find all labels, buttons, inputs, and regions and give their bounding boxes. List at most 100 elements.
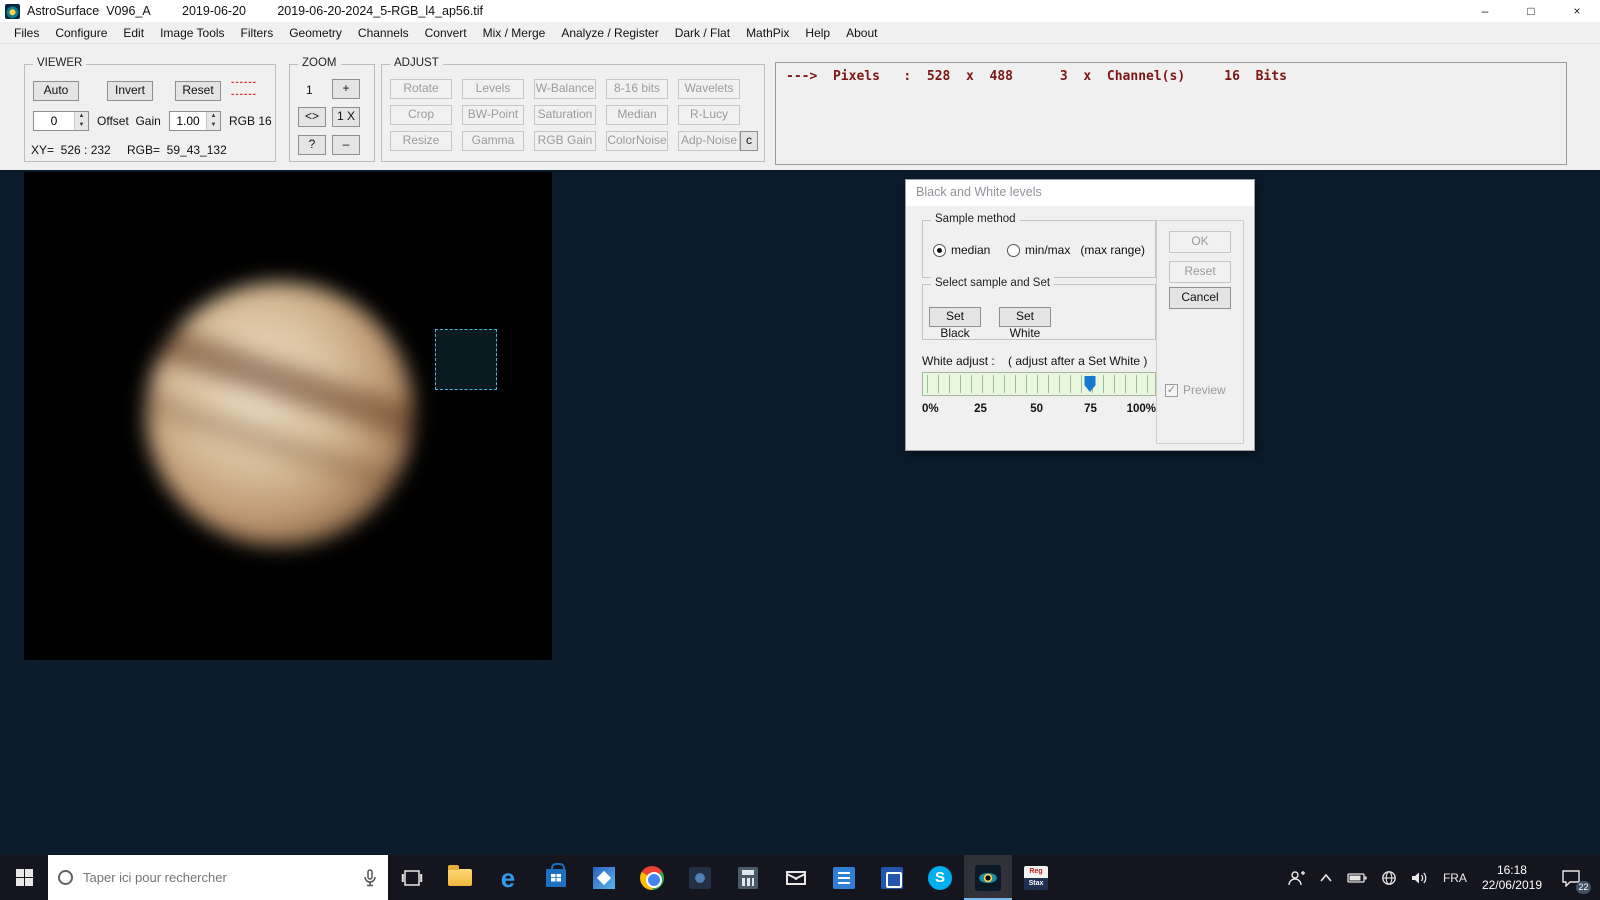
- gain-stepper[interactable]: ▲▼: [169, 111, 221, 131]
- menu-analyze-register[interactable]: Analyze / Register: [553, 22, 666, 44]
- adjust-rotate-button[interactable]: Rotate: [390, 79, 452, 99]
- taskbar-registax[interactable]: Reg Stax: [1012, 855, 1060, 900]
- menu-help[interactable]: Help: [797, 22, 838, 44]
- taskbar-photos[interactable]: [580, 855, 628, 900]
- adjust-wavelets-button[interactable]: Wavelets: [678, 79, 740, 99]
- offset-down-icon[interactable]: ▼: [75, 121, 88, 130]
- zoom-in-button[interactable]: +: [332, 79, 360, 99]
- invert-button[interactable]: Invert: [107, 81, 153, 101]
- preview-checkbox[interactable]: ✓ Preview: [1165, 383, 1226, 397]
- adjust-w-balance-button[interactable]: W-Balance: [534, 79, 596, 99]
- adjust-rgb-gain-button[interactable]: RGB Gain: [534, 131, 596, 151]
- median-radio[interactable]: median: [933, 243, 990, 257]
- taskbar-app-blue-2[interactable]: [868, 855, 916, 900]
- slider-ticks: [927, 375, 1151, 393]
- menu-configure[interactable]: Configure: [47, 22, 115, 44]
- gain-up-icon[interactable]: ▲: [207, 112, 220, 121]
- menu-filters[interactable]: Filters: [233, 22, 282, 44]
- network-button[interactable]: [1374, 855, 1404, 900]
- window-titlebar[interactable]: AstroSurface V096_A 2019-06-20 2019-06-2…: [0, 0, 1600, 22]
- maximize-button[interactable]: □: [1508, 0, 1554, 22]
- offset-up-icon[interactable]: ▲: [75, 112, 88, 121]
- taskbar-store[interactable]: [532, 855, 580, 900]
- taskbar-astrosurface[interactable]: [964, 855, 1012, 900]
- clock-date: 22/06/2019: [1481, 877, 1542, 892]
- menu-dark-flat[interactable]: Dark / Flat: [667, 22, 738, 44]
- sample-selection-rect[interactable]: [435, 329, 497, 390]
- close-button[interactable]: ×: [1554, 0, 1600, 22]
- viewer-reset-button[interactable]: Reset: [175, 81, 221, 101]
- adjust-8-16-bits-button[interactable]: 8-16 bits: [606, 79, 668, 99]
- cancel-button[interactable]: Cancel: [1169, 287, 1231, 309]
- set-black-button[interactable]: Set Black: [929, 307, 981, 340]
- adjust-levels-button[interactable]: Levels: [462, 79, 524, 99]
- action-center-button[interactable]: 22: [1550, 855, 1592, 900]
- taskbar-file-explorer[interactable]: [436, 855, 484, 900]
- adjust-bw-point-button[interactable]: BW-Point: [462, 105, 524, 125]
- offset-stepper[interactable]: ▲▼: [33, 111, 89, 131]
- window-controls: – □ ×: [1462, 0, 1600, 22]
- gain-down-icon[interactable]: ▼: [207, 121, 220, 130]
- people-button[interactable]: [1280, 855, 1312, 900]
- taskbar-app-blue-1[interactable]: [820, 855, 868, 900]
- zoom-out-button[interactable]: –: [332, 135, 360, 155]
- language-indicator[interactable]: FRA: [1436, 855, 1474, 900]
- white-adjust-slider[interactable]: [922, 372, 1156, 396]
- taskbar-calculator[interactable]: [724, 855, 772, 900]
- minmax-radio[interactable]: min/max (max range): [1007, 243, 1145, 257]
- menu-files[interactable]: Files: [6, 22, 47, 44]
- minimize-button[interactable]: –: [1462, 0, 1508, 22]
- offset-stepper-arrows[interactable]: ▲ ▼: [74, 112, 88, 130]
- search-input[interactable]: [83, 870, 352, 885]
- menu-edit[interactable]: Edit: [115, 22, 152, 44]
- dialog-titlebar[interactable]: Black and White levels: [906, 180, 1254, 206]
- zoom-help-button[interactable]: ?: [298, 135, 326, 155]
- image-canvas[interactable]: [24, 172, 552, 660]
- task-view-button[interactable]: [388, 855, 436, 900]
- menu-convert[interactable]: Convert: [417, 22, 475, 44]
- window-title: AstroSurface V096_A 2019-06-20 2019-06-2…: [27, 4, 511, 18]
- dialog-reset-button[interactable]: Reset: [1169, 261, 1231, 283]
- ok-button[interactable]: OK: [1169, 231, 1231, 253]
- tray-overflow-button[interactable]: [1312, 855, 1340, 900]
- pixels-info-text: ---> Pixels : 528 x 488 3 x Channel(s) 1…: [786, 69, 1287, 84]
- adjust-gamma-button[interactable]: Gamma: [462, 131, 524, 151]
- auto-button[interactable]: Auto: [33, 81, 79, 101]
- volume-button[interactable]: [1404, 855, 1436, 900]
- offset-value-input[interactable]: [34, 112, 74, 130]
- menu-mix-merge[interactable]: Mix / Merge: [475, 22, 554, 44]
- zoom-fit-button[interactable]: <>: [298, 107, 326, 127]
- task-view-icon: [401, 869, 423, 886]
- menu-geometry[interactable]: Geometry: [281, 22, 350, 44]
- taskbar-skype[interactable]: S: [916, 855, 964, 900]
- adjust-c-button[interactable]: c: [740, 131, 758, 151]
- start-button[interactable]: [0, 855, 48, 900]
- menu-image-tools[interactable]: Image Tools: [152, 22, 232, 44]
- taskbar-chrome[interactable]: [628, 855, 676, 900]
- select-sample-label: Select sample and Set: [931, 277, 1055, 289]
- scale-25: 25: [974, 403, 987, 415]
- taskbar-mail[interactable]: [772, 855, 820, 900]
- taskbar-app-dark[interactable]: [676, 855, 724, 900]
- taskbar-edge[interactable]: e: [484, 855, 532, 900]
- blue-app-icon-1: [833, 866, 855, 889]
- clock[interactable]: 16:18 22/06/2019: [1474, 863, 1550, 893]
- adjust-adp-noise-button[interactable]: Adp-Noise: [678, 131, 740, 151]
- xy-readout: XY= 526 : 232: [31, 143, 111, 157]
- adjust-resize-button[interactable]: Resize: [390, 131, 452, 151]
- gain-stepper-arrows[interactable]: ▲ ▼: [206, 112, 220, 130]
- adjust-saturation-button[interactable]: Saturation: [534, 105, 596, 125]
- microphone-icon[interactable]: [362, 868, 378, 887]
- taskbar-search[interactable]: [48, 855, 388, 900]
- battery-button[interactable]: [1340, 855, 1374, 900]
- menu-channels[interactable]: Channels: [350, 22, 417, 44]
- zoom-1x-button[interactable]: 1 X: [332, 107, 360, 127]
- adjust-median-button[interactable]: Median: [606, 105, 668, 125]
- set-white-button[interactable]: Set White: [999, 307, 1051, 340]
- adjust-r-lucy-button[interactable]: R-Lucy: [678, 105, 740, 125]
- adjust-crop-button[interactable]: Crop: [390, 105, 452, 125]
- adjust-colornoise-button[interactable]: ColorNoise: [606, 131, 668, 151]
- menu-about[interactable]: About: [838, 22, 885, 44]
- menu-mathpix[interactable]: MathPix: [738, 22, 797, 44]
- gain-value-input[interactable]: [170, 112, 206, 130]
